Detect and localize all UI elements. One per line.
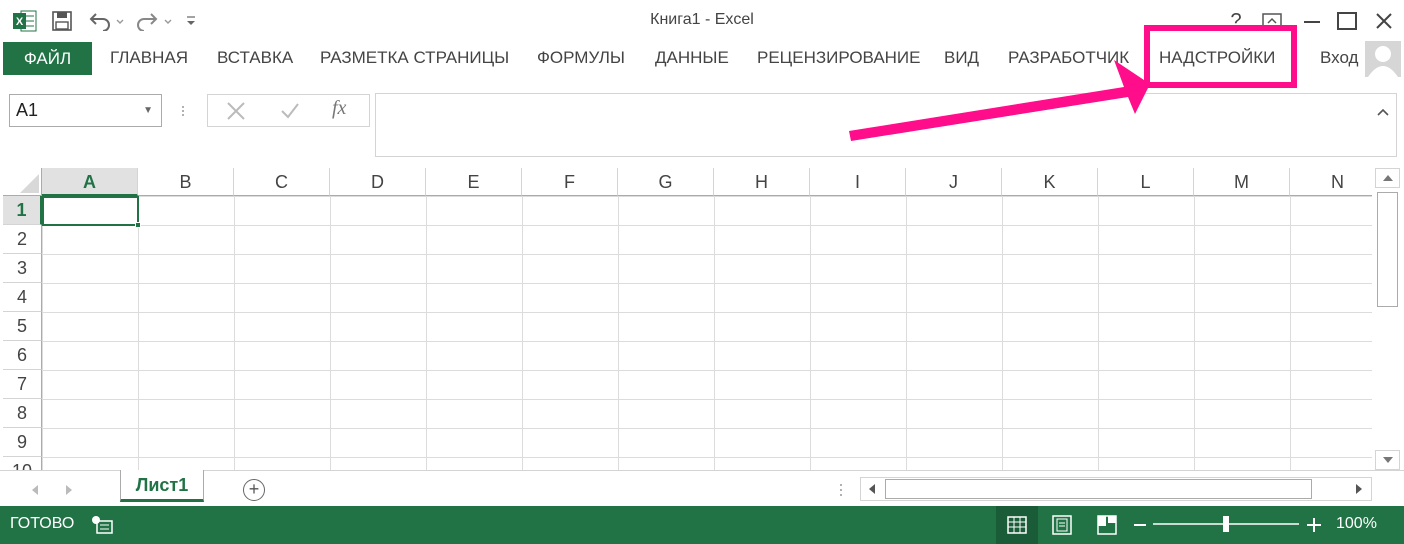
close-button[interactable] bbox=[1367, 6, 1401, 36]
column-header[interactable]: L bbox=[1098, 168, 1194, 196]
collapse-formula-bar-icon[interactable] bbox=[1376, 104, 1390, 122]
page-break-view-icon[interactable] bbox=[1097, 515, 1117, 540]
title-bar: X Книга1 - Excel ? bbox=[0, 0, 1404, 40]
tab-view[interactable]: ВИД bbox=[944, 40, 979, 76]
zoom-out-icon[interactable] bbox=[1133, 516, 1147, 539]
insert-function-icon[interactable]: fx bbox=[332, 97, 346, 120]
row-header[interactable]: 8 bbox=[3, 399, 42, 428]
zoom-level[interactable]: 100% bbox=[1336, 515, 1377, 533]
tab-page-layout[interactable]: РАЗМЕТКА СТРАНИЦЫ bbox=[320, 40, 509, 76]
column-header[interactable]: N bbox=[1290, 168, 1372, 196]
prev-sheet-icon[interactable] bbox=[30, 483, 40, 501]
tab-formulas[interactable]: ФОРМУЛЫ bbox=[537, 40, 625, 76]
scroll-right-icon[interactable] bbox=[1348, 478, 1370, 500]
column-header[interactable]: F bbox=[522, 168, 618, 196]
add-sheet-button[interactable]: + bbox=[243, 479, 265, 501]
tab-split-handle[interactable] bbox=[838, 482, 844, 503]
avatar[interactable] bbox=[1365, 41, 1401, 77]
cancel-icon[interactable] bbox=[225, 101, 247, 121]
enter-icon[interactable] bbox=[279, 101, 301, 121]
scroll-left-icon[interactable] bbox=[861, 478, 883, 500]
row-header[interactable]: 3 bbox=[3, 254, 42, 283]
vertical-scrollbar[interactable] bbox=[1375, 168, 1400, 470]
help-button[interactable]: ? bbox=[1219, 6, 1253, 36]
ribbon-display-options-button[interactable] bbox=[1255, 6, 1289, 36]
status-bar: ГОТОВО 100% bbox=[0, 506, 1404, 544]
tab-review[interactable]: РЕЦЕНЗИРОВАНИЕ bbox=[757, 40, 921, 76]
row-header[interactable]: 6 bbox=[3, 341, 42, 370]
row-header[interactable]: 7 bbox=[3, 370, 42, 399]
minimize-button[interactable] bbox=[1295, 6, 1329, 36]
normal-view-icon[interactable] bbox=[996, 506, 1038, 544]
zoom-slider-thumb[interactable] bbox=[1223, 516, 1229, 532]
column-header[interactable]: K bbox=[1002, 168, 1098, 196]
status-text: ГОТОВО bbox=[10, 515, 75, 532]
sheet-tab[interactable]: Лист1 bbox=[120, 470, 204, 502]
column-header[interactable]: G bbox=[618, 168, 714, 196]
tab-home[interactable]: ГЛАВНАЯ bbox=[110, 40, 188, 76]
page-layout-view-icon[interactable] bbox=[1052, 515, 1072, 540]
sheet-tabs-bar: Лист1 + bbox=[0, 470, 1404, 506]
scroll-down-icon[interactable] bbox=[1375, 450, 1400, 470]
macro-record-icon[interactable] bbox=[91, 515, 113, 540]
row-header[interactable]: 9 bbox=[3, 428, 42, 457]
column-header[interactable]: E bbox=[426, 168, 522, 196]
row-header[interactable]: 5 bbox=[3, 312, 42, 341]
fill-handle[interactable] bbox=[135, 222, 141, 228]
tab-insert[interactable]: ВСТАВКА bbox=[217, 40, 293, 76]
tab-developer[interactable]: РАЗРАБОТЧИК bbox=[1008, 40, 1129, 76]
column-header[interactable]: D bbox=[330, 168, 426, 196]
vertical-scroll-thumb[interactable] bbox=[1377, 192, 1398, 307]
worksheet-grid[interactable]: ABCDEFGHIJKLMN 12345678910 bbox=[3, 168, 1372, 470]
tab-addins[interactable]: НАДСТРОЙКИ bbox=[1159, 40, 1275, 76]
zoom-in-icon[interactable] bbox=[1306, 516, 1322, 539]
column-header[interactable]: M bbox=[1194, 168, 1290, 196]
row-header[interactable]: 2 bbox=[3, 225, 42, 254]
gridlines bbox=[42, 196, 1372, 470]
ribbon-tabs: ФАЙЛ ГЛАВНАЯ ВСТАВКА РАЗМЕТКА СТРАНИЦЫ Ф… bbox=[0, 40, 1404, 80]
row-header[interactable]: 4 bbox=[3, 283, 42, 312]
tab-file[interactable]: ФАЙЛ bbox=[3, 42, 92, 75]
window-title: Книга1 - Excel bbox=[650, 11, 754, 28]
maximize-button[interactable] bbox=[1330, 6, 1364, 36]
column-header[interactable]: C bbox=[234, 168, 330, 196]
column-header[interactable]: I bbox=[810, 168, 906, 196]
name-box[interactable]: A1 ▼ bbox=[9, 94, 162, 127]
sign-in-link[interactable]: Вход bbox=[1320, 40, 1358, 76]
next-sheet-icon[interactable] bbox=[64, 483, 74, 501]
column-header[interactable]: A bbox=[42, 168, 138, 196]
select-all-button[interactable] bbox=[3, 168, 42, 196]
row-header[interactable]: 10 bbox=[3, 457, 42, 470]
scroll-up-icon[interactable] bbox=[1375, 168, 1400, 188]
horizontal-scroll-thumb[interactable] bbox=[885, 479, 1312, 499]
column-header[interactable]: J bbox=[906, 168, 1002, 196]
formula-input[interactable] bbox=[375, 93, 1397, 157]
formula-buttons: fx bbox=[207, 94, 370, 127]
horizontal-scrollbar[interactable] bbox=[860, 477, 1372, 501]
column-header[interactable]: B bbox=[138, 168, 234, 196]
tab-data[interactable]: ДАННЫЕ bbox=[655, 40, 729, 76]
chevron-down-icon[interactable]: ▼ bbox=[143, 95, 153, 126]
row-header[interactable]: 1 bbox=[3, 196, 42, 225]
name-box-resize-handle[interactable] bbox=[180, 100, 186, 122]
zoom-slider[interactable] bbox=[1153, 516, 1299, 532]
active-cell[interactable] bbox=[42, 196, 139, 226]
name-box-value: A1 bbox=[16, 100, 39, 120]
column-header[interactable]: H bbox=[714, 168, 810, 196]
